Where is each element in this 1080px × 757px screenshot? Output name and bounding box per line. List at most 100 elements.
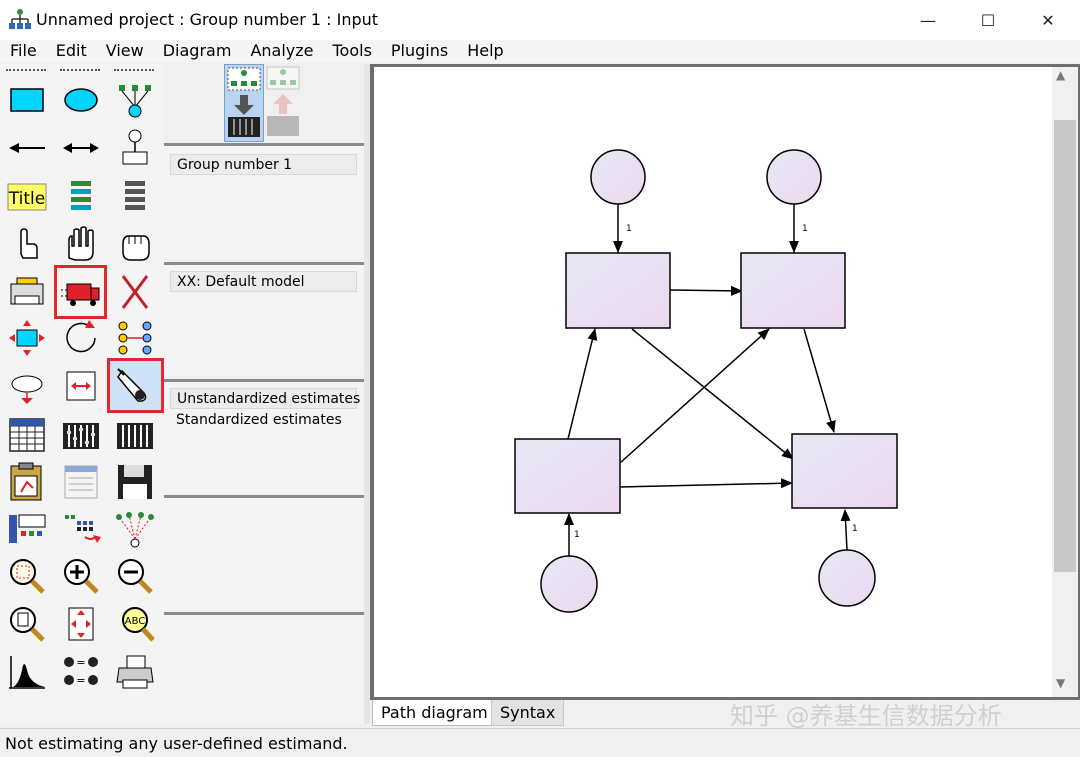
view-text-output-icon[interactable] [59, 460, 103, 504]
draw-path-tool[interactable] [5, 126, 49, 170]
maximize-button[interactable]: ☐ [958, 0, 1018, 40]
bayesian-estimation-icon[interactable] [5, 650, 49, 694]
analysis-properties-icon[interactable] [59, 413, 103, 457]
menu-plugins[interactable]: Plugins [381, 40, 457, 63]
error-variable[interactable] [590, 149, 646, 205]
reflect-indicators-icon[interactable] [113, 316, 157, 360]
svg-text:ABC: ABC [125, 616, 146, 627]
error-variable[interactable] [818, 549, 876, 607]
calculate-estimates-icon[interactable] [113, 413, 157, 457]
draw-unobserved-variable-tool[interactable] [59, 77, 103, 121]
title-bar: Unnamed project : Group number 1 : Input… [0, 0, 1080, 40]
tab-path-diagram[interactable]: Path diagram [372, 700, 497, 726]
status-text: Not estimating any user-defined estimand… [5, 734, 348, 753]
app-icon [8, 8, 32, 32]
error-variable[interactable] [540, 555, 598, 613]
select-one-object-icon[interactable] [5, 222, 49, 266]
figure-caption-tool[interactable]: Title [5, 175, 49, 219]
path-arrow[interactable] [803, 328, 836, 433]
multiple-group-analysis-icon[interactable]: = = [59, 650, 103, 694]
zoom-page-icon[interactable] [5, 602, 49, 646]
path-arrow[interactable] [631, 328, 794, 460]
fit-to-page-icon[interactable] [59, 602, 103, 646]
select-all-objects-icon[interactable] [59, 222, 103, 266]
computation-summary-panel [164, 495, 364, 610]
minimize-button[interactable]: — [898, 0, 958, 40]
scroll-down-icon[interactable]: ▼ [1056, 676, 1065, 690]
draw-observed-variable-tool[interactable] [5, 77, 49, 121]
save-diagram-icon[interactable] [113, 460, 157, 504]
observed-variable[interactable] [740, 252, 846, 329]
deselect-all-objects-icon[interactable] [113, 222, 157, 266]
path-diagram[interactable]: 1 1 1 1 [374, 67, 1050, 695]
path-arrow[interactable] [619, 328, 770, 464]
group-item[interactable]: Group number 1 [170, 154, 357, 175]
menu-diagram[interactable]: Diagram [153, 40, 241, 63]
list-variables-in-dataset-tool[interactable] [113, 175, 157, 219]
files-panel [164, 612, 364, 724]
error-path-arrow[interactable] [840, 509, 851, 551]
estimate-item-unstandardized[interactable]: Unstandardized estimates [170, 388, 360, 409]
view-input-diagram-icon[interactable] [224, 64, 264, 142]
menu-file[interactable]: File [0, 40, 46, 63]
add-unique-variable-tool[interactable] [113, 126, 157, 170]
path-arrow[interactable] [619, 478, 793, 489]
path-label: 1 [802, 224, 808, 234]
observed-variable[interactable] [565, 252, 671, 329]
view-output-diagram-icon[interactable] [264, 64, 304, 142]
window-title: Unnamed project : Group number 1 : Input [36, 10, 379, 29]
scrollbar-thumb[interactable] [1054, 120, 1076, 572]
rotate-indicators-icon[interactable] [59, 316, 103, 360]
toolbox: Title ABC = = [0, 64, 164, 724]
bayesian-tool[interactable] [107, 358, 164, 413]
drag-properties-icon[interactable] [59, 507, 103, 551]
scroll-up-icon[interactable]: ▲ [1056, 68, 1065, 82]
copy-to-clipboard-icon[interactable] [5, 460, 49, 504]
scroll-icon[interactable] [59, 364, 103, 408]
error-variable[interactable] [766, 149, 822, 205]
zoom-in-icon[interactable] [59, 554, 103, 598]
object-properties-icon[interactable] [5, 507, 49, 551]
menu-analyze[interactable]: Analyze [240, 40, 322, 63]
loupe-icon[interactable]: ABC [113, 602, 157, 646]
change-shape-icon[interactable] [5, 316, 49, 360]
zoom-out-icon[interactable] [113, 554, 157, 598]
menu-help[interactable]: Help [457, 40, 512, 63]
toolbar-grip [114, 69, 154, 72]
menu-edit[interactable]: Edit [46, 40, 96, 63]
observed-variable[interactable] [791, 433, 898, 509]
draw-latent-indicator-tool[interactable] [113, 77, 157, 121]
select-data-files-icon[interactable] [5, 413, 49, 457]
estimate-item-standardized[interactable]: Standardized estimates [170, 410, 357, 431]
title-tool-label: Title [8, 189, 45, 209]
zoom-selected-icon[interactable] [5, 554, 49, 598]
svg-text:=: = [76, 674, 85, 687]
tab-syntax[interactable]: Syntax [491, 700, 565, 726]
draw-covariance-tool[interactable] [59, 126, 103, 170]
menu-bar: File Edit View Diagram Analyze Tools Plu… [0, 40, 1080, 63]
path-label: 1 [574, 530, 580, 540]
erase-objects-icon[interactable] [113, 270, 157, 314]
path-label: 1 [626, 224, 632, 234]
close-button[interactable]: ✕ [1018, 0, 1078, 40]
duplicate-objects-icon[interactable] [5, 270, 49, 314]
preserve-symmetries-icon[interactable] [113, 507, 157, 551]
toolbar-grip [60, 69, 100, 72]
menu-view[interactable]: View [96, 40, 153, 63]
print-diagram-icon[interactable] [113, 650, 157, 694]
list-variables-in-model-tool[interactable] [59, 175, 103, 219]
path-arrow[interactable] [567, 328, 598, 440]
path-arrow[interactable] [669, 285, 743, 296]
watermark: 知乎 @养基生信数据分析 [730, 702, 1002, 730]
svg-text:=: = [76, 656, 85, 669]
menu-tools[interactable]: Tools [322, 40, 380, 63]
toolbar-grip [6, 69, 46, 72]
move-parameter-icon[interactable] [5, 364, 49, 408]
model-view-toggle [224, 64, 304, 142]
path-label: 1 [852, 524, 858, 534]
observed-variable[interactable] [514, 438, 621, 514]
model-item[interactable]: XX: Default model [170, 271, 357, 292]
amos-window: Unnamed project : Group number 1 : Input… [0, 0, 1080, 757]
copy-truck-tool[interactable] [54, 265, 107, 319]
status-bar: Not estimating any user-defined estimand… [0, 728, 1080, 757]
